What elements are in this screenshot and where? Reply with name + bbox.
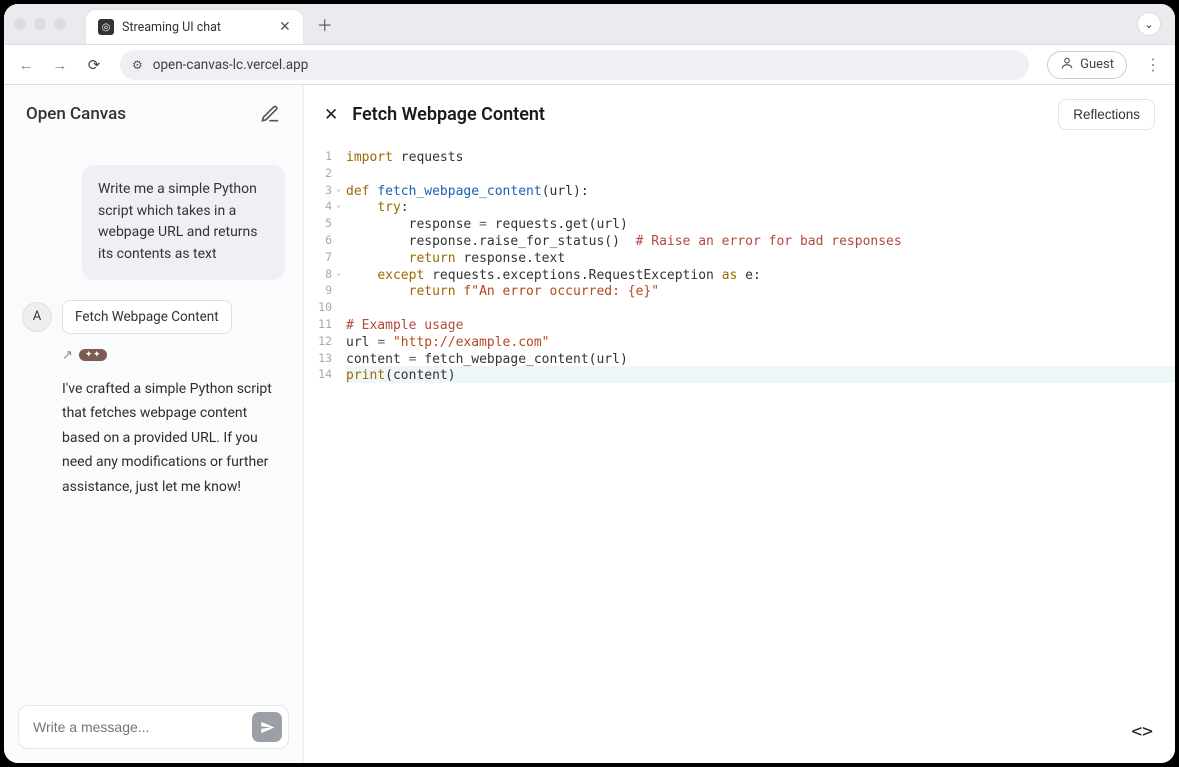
canvas-panel: ✕ Fetch Webpage Content Reflections 123⌄…	[304, 85, 1175, 763]
address-bar[interactable]: ⚙ open-canvas-lc.vercel.app	[120, 50, 1029, 80]
artifact-chip[interactable]: Fetch Webpage Content	[62, 300, 232, 334]
profile-icon	[1060, 56, 1074, 74]
reload-icon[interactable]: ⟳	[86, 56, 102, 74]
kebab-menu-icon[interactable]: ⋮	[1145, 55, 1161, 74]
message-meta: ↗ ✦✦	[62, 348, 285, 363]
back-icon[interactable]: ←	[18, 56, 34, 74]
message-composer[interactable]	[18, 705, 289, 749]
close-tab-icon[interactable]: ✕	[279, 19, 291, 35]
send-button[interactable]	[252, 712, 282, 742]
app-window: ◎ Streaming UI chat ✕ ＋ ⌄ ← → ⟳ ⚙ open-c…	[4, 4, 1175, 763]
app-title: Open Canvas	[26, 104, 126, 124]
reflections-button[interactable]: Reflections	[1058, 99, 1155, 130]
tabs-menu-icon[interactable]: ⌄	[1137, 12, 1161, 36]
traffic-light-min[interactable]	[34, 18, 46, 30]
close-canvas-icon[interactable]: ✕	[324, 105, 338, 125]
traffic-light-max[interactable]	[54, 18, 66, 30]
profile-label: Guest	[1080, 57, 1114, 72]
browser-toolbar: ← → ⟳ ⚙ open-canvas-lc.vercel.app Guest …	[4, 44, 1175, 84]
assistant-avatar: A	[22, 302, 52, 332]
code-editor[interactable]: 123⌄4⌄5678⌄91011121314 import requestsde…	[304, 144, 1175, 763]
app-body: Open Canvas Write me a simple Python scr…	[4, 85, 1175, 763]
browser-tab[interactable]: ◎ Streaming UI chat ✕	[86, 10, 303, 44]
external-link-icon[interactable]: ↗	[62, 348, 73, 363]
chat-scroll[interactable]: Write me a simple Python script which ta…	[4, 135, 303, 691]
window-controls[interactable]	[14, 18, 66, 30]
new-chat-icon[interactable]	[259, 103, 281, 125]
tab-favicon: ◎	[98, 19, 114, 35]
browser-chrome: ◎ Streaming UI chat ✕ ＋ ⌄ ← → ⟳ ⚙ open-c…	[4, 4, 1175, 85]
chat-sidebar: Open Canvas Write me a simple Python scr…	[4, 85, 304, 763]
message-input[interactable]	[33, 719, 252, 735]
assistant-message-block: A Fetch Webpage Content ↗ ✦✦ I've crafte…	[22, 300, 285, 500]
user-message: Write me a simple Python script which ta…	[82, 165, 285, 280]
site-settings-icon[interactable]: ⚙	[132, 58, 143, 72]
canvas-header: ✕ Fetch Webpage Content Reflections	[304, 85, 1175, 144]
url-text: open-canvas-lc.vercel.app	[153, 57, 309, 73]
tab-title: Streaming UI chat	[122, 20, 221, 35]
line-gutter: 123⌄4⌄5678⌄91011121314	[304, 144, 338, 763]
tools-badge: ✦✦	[79, 349, 107, 361]
tab-strip: ◎ Streaming UI chat ✕ ＋ ⌄	[4, 4, 1175, 44]
profile-chip[interactable]: Guest	[1047, 51, 1127, 79]
new-tab-button[interactable]: ＋	[317, 12, 333, 36]
canvas-title: Fetch Webpage Content	[352, 104, 1044, 125]
code-area[interactable]: import requestsdef fetch_webpage_content…	[338, 144, 1175, 763]
code-toggle-icon[interactable]: <>	[1131, 718, 1153, 745]
assistant-text: I've crafted a simple Python script that…	[62, 377, 285, 500]
forward-icon[interactable]: →	[52, 56, 68, 74]
traffic-light-close[interactable]	[14, 18, 26, 30]
